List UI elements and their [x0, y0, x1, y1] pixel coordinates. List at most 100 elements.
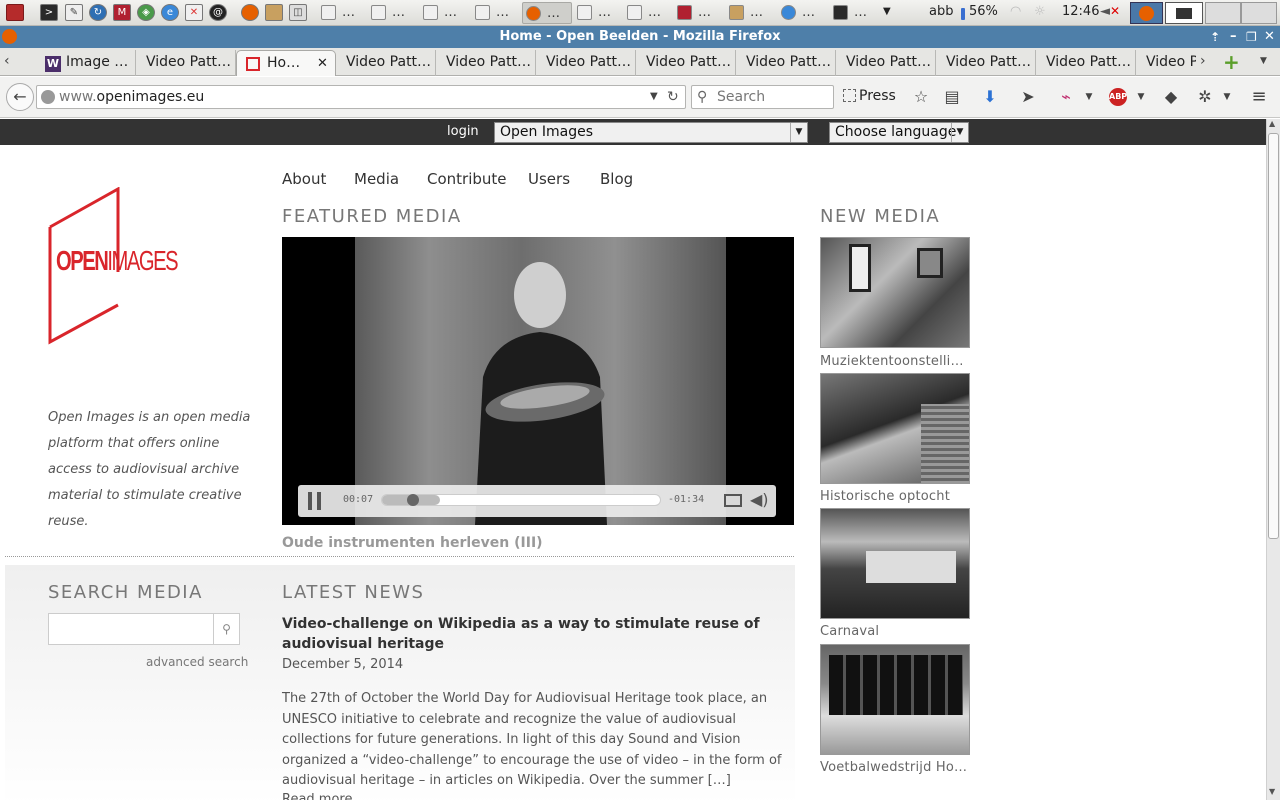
extension-dropdown-icon[interactable]: ▼: [1218, 88, 1236, 106]
network-icon[interactable]: ◈: [137, 4, 155, 21]
nav-about[interactable]: About: [282, 170, 326, 188]
media-search-button[interactable]: ⚲: [213, 613, 240, 645]
media-caption[interactable]: Historische optocht: [820, 489, 970, 504]
search-bar[interactable]: ⚲ Search: [691, 85, 834, 109]
wifi-icon[interactable]: ◠: [1010, 4, 1021, 19]
pager-workspace-3[interactable]: [1205, 2, 1241, 24]
task-item[interactable]: …: [472, 2, 522, 24]
advanced-search-link[interactable]: advanced search: [146, 655, 248, 669]
url-history-dropdown-icon[interactable]: ▼: [650, 86, 658, 108]
scroll-up-icon[interactable]: ▲: [1269, 119, 1275, 128]
language-select[interactable]: Choose language ▼: [829, 122, 969, 143]
tab[interactable]: W Image …: [36, 50, 136, 76]
featured-video-title[interactable]: Oude instrumenten herleven (III): [282, 535, 543, 551]
at-icon[interactable]: @: [209, 4, 227, 21]
hamburger-menu-icon[interactable]: ≡: [1250, 88, 1268, 106]
new-tab-icon[interactable]: +: [1223, 50, 1240, 74]
nav-contribute[interactable]: Contribute: [427, 170, 507, 188]
read-more-link[interactable]: Read more: [282, 792, 352, 800]
text-editor-icon[interactable]: ✎: [65, 4, 83, 21]
press-button[interactable]: Press: [843, 88, 896, 104]
media-thumbnail[interactable]: [820, 508, 970, 619]
video-player[interactable]: 00:07 -01:34 ◀): [282, 237, 794, 525]
task-item[interactable]: …: [368, 2, 418, 24]
sync-icon[interactable]: ↻: [89, 4, 107, 21]
seek-knob[interactable]: [407, 494, 419, 506]
pager-workspace-4[interactable]: [1241, 2, 1277, 24]
tab[interactable]: Video Patt…: [836, 50, 936, 76]
url-bar[interactable]: www.openimages.eu ▼ ↻: [36, 85, 686, 109]
tab[interactable]: Video Patt…: [736, 50, 836, 76]
clock[interactable]: 12:46: [1062, 4, 1099, 19]
media-caption[interactable]: Muziektentoonstelling…: [820, 354, 970, 369]
adblock-icon[interactable]: ABP: [1109, 88, 1127, 106]
media-caption[interactable]: Voetbalwedstrijd Holl…: [820, 760, 970, 775]
media-search-input[interactable]: [48, 613, 214, 645]
broom-icon[interactable]: ⌁: [1057, 88, 1075, 106]
files-icon[interactable]: [265, 4, 283, 21]
task-item[interactable]: …: [574, 2, 624, 24]
fullscreen-icon[interactable]: [724, 494, 742, 507]
pager-terminal-icon[interactable]: [1165, 2, 1203, 24]
tab[interactable]: Video Patt…: [536, 50, 636, 76]
keyboard-layout[interactable]: abb: [929, 4, 953, 19]
tool-icon[interactable]: ✕: [185, 4, 203, 21]
media-thumbnail[interactable]: [820, 644, 970, 755]
volume-muted-icon[interactable]: ◄✕: [1100, 4, 1120, 19]
openimages-logo[interactable]: OPENIMAGES: [48, 186, 198, 347]
tab[interactable]: Video Patt…: [936, 50, 1036, 76]
task-item[interactable]: …: [318, 2, 368, 24]
browser-icon[interactable]: e: [161, 4, 179, 21]
scroll-down-icon[interactable]: ▼: [1269, 787, 1275, 796]
tab-active[interactable]: Ho… ✕: [236, 50, 336, 76]
window-titlebar[interactable]: Home - Open Beelden - Mozilla Firefox ⇡ …: [0, 26, 1280, 48]
task-item[interactable]: …: [778, 2, 828, 24]
bookmark-star-icon[interactable]: ☆: [912, 88, 930, 106]
tab[interactable]: Video Patt…: [636, 50, 736, 76]
tab-close-icon[interactable]: ✕: [317, 51, 328, 76]
login-link[interactable]: login: [447, 124, 479, 139]
news-title-link[interactable]: Video-challenge on Wikipedia as a way to…: [282, 614, 792, 654]
window-close-icon[interactable]: ✕: [1264, 26, 1275, 48]
tab[interactable]: Video Patt…: [136, 50, 236, 76]
tab-scroll-left-icon[interactable]: ‹: [4, 53, 10, 69]
send-icon[interactable]: ➤: [1019, 88, 1037, 106]
seek-bar[interactable]: [381, 494, 661, 506]
firefox-icon[interactable]: [241, 4, 259, 21]
broom-dropdown-icon[interactable]: ▼: [1080, 88, 1098, 106]
tab[interactable]: Video Patt…: [436, 50, 536, 76]
media-thumbnail[interactable]: [820, 237, 970, 348]
media-icon[interactable]: M: [113, 4, 131, 21]
terminal-icon[interactable]: >: [40, 4, 58, 21]
media-thumbnail[interactable]: [820, 373, 970, 484]
volume-icon[interactable]: ◀): [750, 490, 769, 509]
nav-media[interactable]: Media: [354, 170, 399, 188]
pager-firefox-icon[interactable]: [1130, 2, 1163, 24]
page-scrollbar[interactable]: ▲ ▼: [1266, 119, 1280, 800]
tab-scroll-right-icon[interactable]: ›: [1200, 53, 1206, 69]
window-minimize-icon[interactable]: –: [1230, 26, 1237, 48]
brightness-icon[interactable]: ☼: [1034, 4, 1046, 19]
scrollbar-thumb[interactable]: [1268, 133, 1279, 539]
task-list-dropdown-icon[interactable]: ▼: [883, 6, 891, 17]
window-up-icon[interactable]: ⇡: [1210, 26, 1220, 48]
window-maximize-icon[interactable]: ❐: [1246, 26, 1257, 48]
nav-users[interactable]: Users: [528, 170, 570, 188]
tab-list-icon[interactable]: ▼: [1260, 56, 1267, 66]
menu-icon[interactable]: [6, 4, 24, 21]
task-item[interactable]: …: [674, 2, 724, 24]
screenshot-icon[interactable]: ◫: [289, 4, 307, 21]
adblock-dropdown-icon[interactable]: ▼: [1132, 88, 1150, 106]
extension-icon[interactable]: ◆: [1162, 88, 1180, 106]
reading-list-icon[interactable]: ▤: [943, 88, 961, 106]
tab[interactable]: Video P: [1136, 50, 1196, 76]
reload-icon[interactable]: ↻: [667, 86, 679, 108]
task-item[interactable]: …: [420, 2, 470, 24]
task-item[interactable]: …: [624, 2, 674, 24]
tab[interactable]: Video Patt…: [336, 50, 436, 76]
settings-extension-icon[interactable]: ✲: [1196, 88, 1214, 106]
back-button[interactable]: ←: [6, 83, 34, 111]
pause-button[interactable]: [308, 492, 322, 510]
downloads-icon[interactable]: ⬇: [981, 88, 999, 106]
task-item[interactable]: …: [726, 2, 776, 24]
